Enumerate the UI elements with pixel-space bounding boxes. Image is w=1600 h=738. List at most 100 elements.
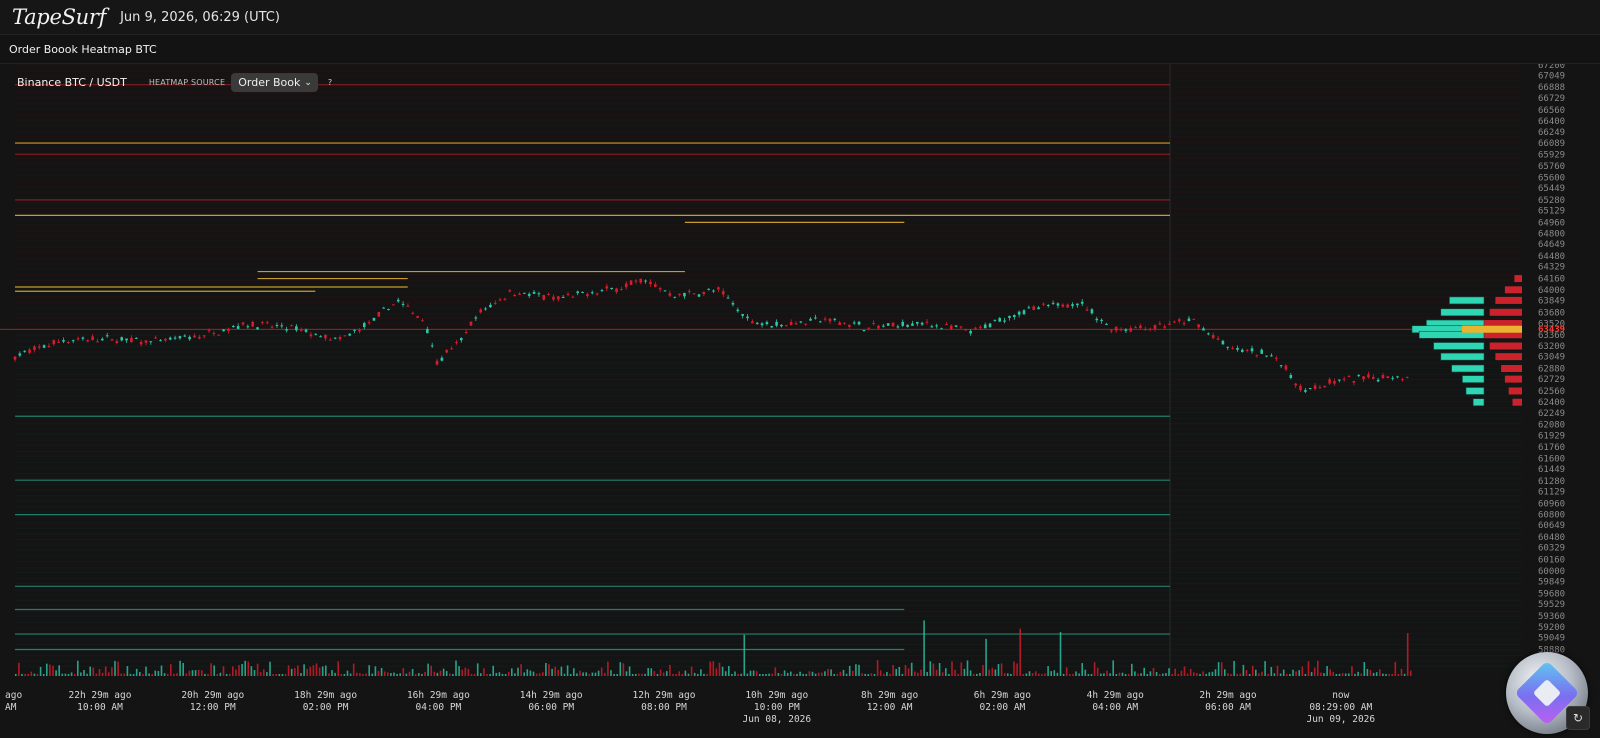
brand-logo[interactable]: TapeSurf <box>12 5 106 29</box>
y-tick-label: 59360 <box>1538 612 1565 622</box>
candle-body <box>527 293 531 296</box>
candle-body <box>392 304 395 306</box>
candle-body <box>96 341 99 343</box>
volume-bar <box>904 664 907 676</box>
volume-bar <box>1084 669 1087 676</box>
candle-body <box>814 317 817 319</box>
volume-bar <box>1304 673 1307 676</box>
candle-body <box>333 337 337 339</box>
reset-zoom-icon[interactable]: ↻ <box>1566 706 1590 730</box>
candle-body <box>566 293 570 295</box>
volume-bar <box>1270 667 1273 676</box>
volume-bar <box>1227 673 1229 676</box>
candle-body <box>1318 387 1322 389</box>
candle-body <box>702 292 706 295</box>
candle-body <box>435 360 439 365</box>
candle-body <box>930 326 934 328</box>
x-tick-rel: 14h 29m ago <box>520 690 583 701</box>
volume-bar <box>1124 673 1127 676</box>
volume-bar <box>1137 673 1139 676</box>
candle-body <box>542 295 546 300</box>
heatmap-svg[interactable]: 67200670496688866729 66560664006624966089… <box>0 64 1600 738</box>
candle-body <box>1114 326 1118 331</box>
volume-bar <box>461 669 463 676</box>
candle-body <box>382 307 385 309</box>
volume-bar <box>1019 628 1021 676</box>
candle-body <box>1289 375 1293 378</box>
candle-body <box>993 319 997 321</box>
y-tick-label: 64000 <box>1538 286 1565 296</box>
volume-bar <box>560 666 563 676</box>
candle-body <box>1245 349 1249 351</box>
volume-bar <box>1403 673 1406 676</box>
y-tick-label: 59529 <box>1538 600 1565 610</box>
y-tick-label: 64649 <box>1538 240 1565 250</box>
candle-body <box>901 321 905 326</box>
volume-bar <box>476 663 479 676</box>
volume-bar <box>1382 673 1384 676</box>
volume-bar <box>873 673 876 676</box>
volume-bar <box>334 672 336 676</box>
volume-bar <box>281 673 284 676</box>
heatmap-chart[interactable]: Binance BTC / USDT HEATMAP SOURCE Order … <box>0 64 1600 738</box>
candle-body <box>726 297 730 299</box>
candle-body <box>42 345 46 348</box>
volume-bar <box>331 670 333 676</box>
volume-bar <box>1397 673 1400 676</box>
volume-bar <box>858 664 860 676</box>
volume-bar <box>1233 660 1235 676</box>
candle-body <box>896 326 900 328</box>
candle-body <box>324 334 327 339</box>
candle-body <box>1066 304 1069 308</box>
volume-bar <box>1155 672 1158 676</box>
candle-body <box>1313 385 1317 390</box>
volume-bar <box>827 669 829 676</box>
x-tick-rel: 6h 29m ago <box>974 690 1031 701</box>
volume-bar <box>123 673 126 676</box>
volume-bar <box>1320 672 1322 676</box>
help-icon[interactable]: ? <box>328 78 332 87</box>
x-tick-date: Jun 08, 2026 <box>742 714 811 725</box>
volume-bar <box>1034 671 1037 676</box>
volume-bar <box>1090 674 1093 676</box>
volume-bar <box>1375 672 1378 676</box>
volume-bar <box>191 670 194 676</box>
y-tick-label: 59680 <box>1538 589 1565 599</box>
volume-bar <box>390 673 392 676</box>
volume-bar <box>737 673 739 676</box>
volume-bar <box>951 661 953 676</box>
candle-body <box>1046 304 1050 306</box>
heatmap-source-select[interactable]: Order Book ⌄ <box>231 73 318 92</box>
volume-bar <box>1242 664 1245 676</box>
volume-bar <box>591 672 594 676</box>
volume-bar <box>538 673 541 676</box>
volume-bar <box>182 663 184 676</box>
candle-body <box>198 336 201 339</box>
candle-body <box>455 342 458 344</box>
y-tick-label: 62400 <box>1538 398 1565 408</box>
candle-body <box>915 321 919 324</box>
candle-body <box>537 293 541 295</box>
volume-bar <box>675 673 677 676</box>
volume-bar <box>920 669 922 676</box>
y-tick-label: 66560 <box>1538 106 1565 116</box>
volume-bar <box>371 673 374 676</box>
candle-body <box>67 342 70 344</box>
volume-bar <box>625 671 628 676</box>
volume-bar <box>449 673 451 676</box>
volume-bar <box>83 670 85 676</box>
y-tick-label: 65929 <box>1538 150 1565 160</box>
volume-bar <box>213 665 215 676</box>
y-tick-label: 65760 <box>1538 162 1565 172</box>
volume-bar <box>27 673 29 676</box>
volume-bar <box>325 665 327 676</box>
candle-body <box>1158 323 1162 325</box>
volume-bar <box>557 669 560 676</box>
volume-bar <box>752 670 755 676</box>
candle-body <box>1129 328 1133 332</box>
volume-bar <box>49 664 51 676</box>
volume-bar <box>780 673 783 676</box>
candle-body <box>479 309 482 313</box>
candle-body <box>1231 347 1234 349</box>
volume-bar <box>1180 670 1183 676</box>
